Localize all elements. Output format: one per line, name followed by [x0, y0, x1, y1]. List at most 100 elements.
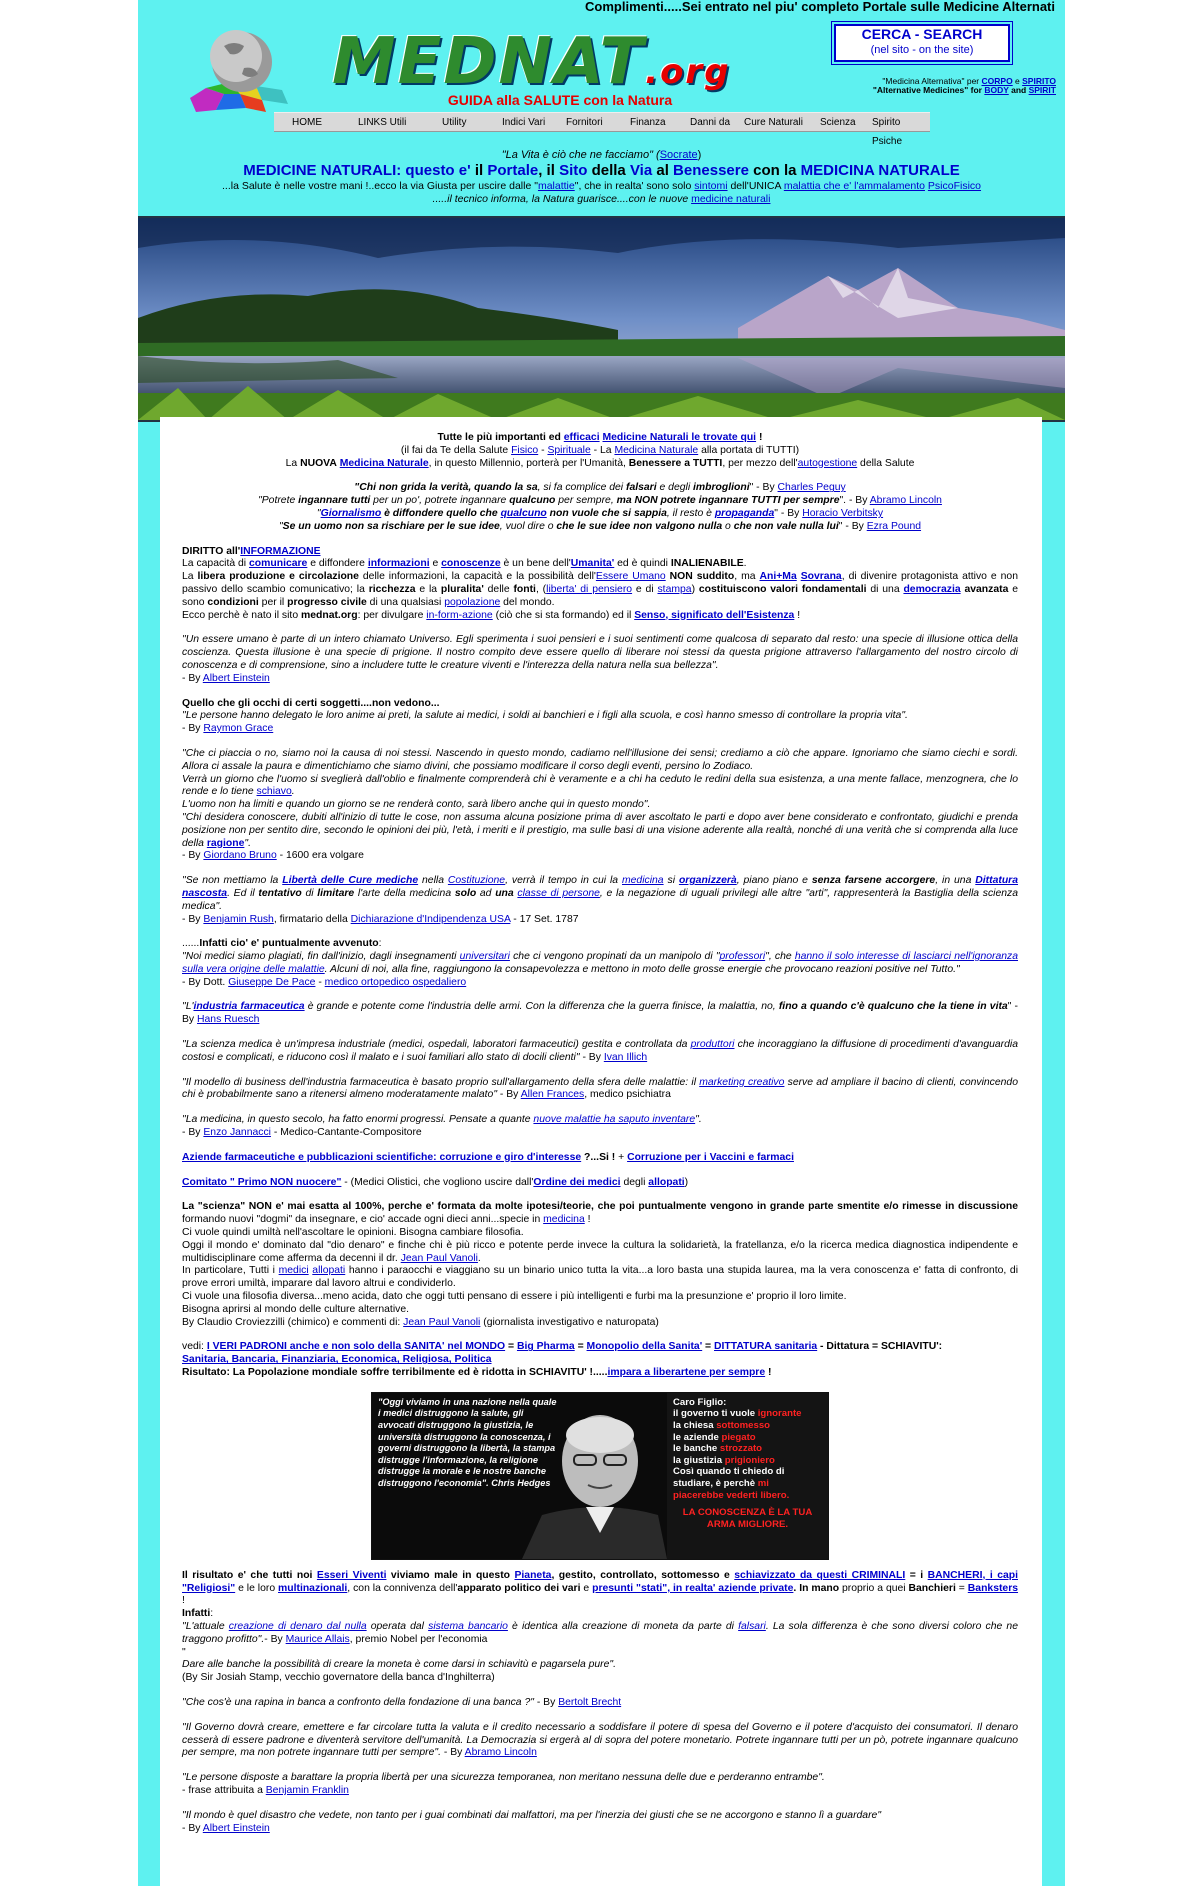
link-socrate[interactable]: Socrate — [660, 149, 698, 161]
link-schiavitu-tipi[interactable]: Sanitaria, Bancaria, Finanziaria, Econom… — [182, 1354, 492, 1365]
link-universitari[interactable]: universitari — [460, 951, 510, 962]
nav-cure-naturali[interactable]: Cure Naturali — [744, 113, 803, 131]
link-senso-esistenza[interactable]: Senso, significato dell'Esistenza — [634, 610, 794, 621]
link-sovrana[interactable]: Sovrana — [801, 571, 842, 582]
mednat-logo[interactable]: MEDNAT.org — [332, 28, 772, 96]
link-medici[interactable]: medici — [279, 1265, 309, 1276]
link-in-form-azione[interactable]: in-form-azione — [426, 610, 492, 621]
link-dittatura-sanitaria[interactable]: DITTATURA sanitaria — [714, 1341, 817, 1352]
link-corruzione-vaccini[interactable]: Corruzione per i Vaccini e farmaci — [627, 1152, 794, 1163]
link-ragione[interactable]: ragione — [207, 838, 245, 849]
link-medicina-naturale[interactable]: Medicina Naturale — [614, 445, 698, 456]
link-marketing-creativo[interactable]: marketing creativo — [699, 1077, 784, 1088]
link-spirituale[interactable]: Spirituale — [547, 445, 590, 456]
link-jean-paul-vanoli-2[interactable]: Jean Paul Vanoli — [403, 1317, 480, 1328]
link-costituzione[interactable]: Costituzione — [448, 875, 505, 886]
link-charles-peguy[interactable]: Charles Peguy — [778, 482, 846, 493]
link-sintomi[interactable]: sintomi — [694, 180, 727, 192]
link-liberta-cure[interactable]: Libertà delle Cure mediche — [282, 875, 418, 886]
link-esseri-viventi[interactable]: Esseri Viventi — [317, 1570, 387, 1581]
link-industria-farmaceutica[interactable]: industria farmaceutica — [193, 1001, 304, 1012]
link-big-pharma[interactable]: Big Pharma — [517, 1341, 575, 1352]
link-malattie[interactable]: malattie — [538, 180, 575, 192]
link-ivan-illich[interactable]: Ivan Illich — [604, 1052, 647, 1063]
link-propaganda[interactable]: propaganda — [715, 508, 774, 519]
search-button[interactable]: CERCA - SEARCH (nel sito - on the site) — [831, 21, 1013, 65]
link-aziende-farmaceutiche[interactable]: Aziende farmaceutiche e pubblicazioni sc… — [182, 1152, 581, 1163]
link-comunicare[interactable]: comunicare — [249, 558, 307, 569]
link-benjamin-rush[interactable]: Benjamin Rush — [203, 914, 273, 925]
nav-indici-vari[interactable]: Indici Vari — [502, 113, 545, 131]
link-malattia[interactable]: malattia che e' l'ammalamento — [784, 180, 925, 192]
link-ezra-pound[interactable]: Ezra Pound — [867, 521, 921, 532]
link-medicina[interactable]: medicina — [622, 875, 664, 886]
link-benjamin-franklin[interactable]: Benjamin Franklin — [266, 1785, 349, 1796]
link-umanita[interactable]: Umanita' — [571, 558, 614, 569]
link-informazioni[interactable]: informazioni — [368, 558, 430, 569]
link-comitato-primo-non-nuocere[interactable]: Comitato " Primo NON nuocere" — [182, 1177, 341, 1188]
link-fisico[interactable]: Fisico — [511, 445, 538, 456]
link-conoscenze[interactable]: conoscenze — [441, 558, 500, 569]
link-veri-padroni[interactable]: I VERI PADRONI anche e non solo della SA… — [207, 1341, 505, 1352]
link-giornalismo[interactable]: Giornalismo — [321, 508, 382, 519]
link-enzo-jannacci[interactable]: Enzo Jannacci — [203, 1127, 271, 1138]
link-medicina-2[interactable]: medicina — [543, 1214, 585, 1225]
link-essere-umano[interactable]: Essere Umano — [596, 571, 666, 582]
link-nuove-malattie[interactable]: nuove malattie ha saputo inventare — [533, 1114, 695, 1125]
link-banksters[interactable]: Banksters — [968, 1583, 1018, 1594]
link-pianeta[interactable]: Pianeta — [514, 1570, 551, 1581]
nav-spirito-psiche[interactable]: Spirito Psiche — [872, 113, 930, 147]
nav-fornitori[interactable]: Fornitori — [566, 113, 603, 131]
link-ordine-medici[interactable]: Ordine dei medici — [533, 1177, 620, 1188]
link-presunti-stati[interactable]: presunti "stati", in realta' aziende pri… — [592, 1583, 793, 1594]
link-schiavizzato[interactable]: schiavizzato da questi CRIMINALI — [734, 1570, 905, 1581]
nav-links-utili[interactable]: LINKS Utili — [358, 113, 406, 131]
link-psicofisico[interactable]: PsicoFisico — [928, 180, 981, 192]
link-albert-einstein-2[interactable]: Albert Einstein — [203, 1823, 270, 1834]
link-medicine-naturali[interactable]: medicine naturali — [691, 193, 770, 205]
link-schiavo[interactable]: schiavo — [257, 786, 292, 797]
link-nascosta[interactable]: nascosta — [182, 888, 227, 899]
link-autogestione[interactable]: autogestione — [798, 458, 858, 469]
link-giuseppe-de-pace[interactable]: Giuseppe De Pace — [228, 977, 315, 988]
link-allen-frances[interactable]: Allen Frances — [521, 1089, 585, 1100]
link-medicine-naturali-qui[interactable]: Medicine Naturali le trovate qui — [602, 432, 756, 443]
link-stampa[interactable]: stampa — [657, 584, 691, 595]
link-jean-paul-vanoli[interactable]: Jean Paul Vanoli — [401, 1253, 478, 1264]
link-professori[interactable]: professori — [720, 951, 766, 962]
link-albert-einstein[interactable]: Albert Einstein — [203, 673, 270, 684]
link-produttori[interactable]: produttori — [691, 1039, 735, 1050]
link-democrazia[interactable]: democrazia — [903, 584, 960, 595]
link-impara-liberartene[interactable]: impara a liberartene per sempre — [607, 1367, 765, 1378]
link-bertolt-brecht[interactable]: Bertolt Brecht — [558, 1697, 621, 1708]
link-organizzera[interactable]: organizzerà — [679, 875, 737, 886]
link-sistema-bancario[interactable]: sistema bancario — [428, 1621, 508, 1632]
link-monopolio-sanita[interactable]: Monopolio della Sanita' — [587, 1341, 703, 1352]
nav-home[interactable]: HOME — [292, 113, 322, 131]
nav-finanza[interactable]: Finanza — [630, 113, 666, 131]
nav-scienza[interactable]: Scienza — [820, 113, 856, 131]
link-efficaci[interactable]: efficaci — [564, 432, 600, 443]
link-abramo-lincoln-2[interactable]: Abramo Lincoln — [465, 1747, 537, 1758]
link-allopati-2[interactable]: allopati — [312, 1265, 345, 1276]
nav-utility[interactable]: Utility — [442, 113, 466, 131]
link-classe-persone[interactable]: classe di persone — [517, 888, 600, 899]
link-hans-ruesch[interactable]: Hans Ruesch — [197, 1014, 259, 1025]
link-maurice-allais[interactable]: Maurice Allais — [286, 1634, 350, 1645]
link-liberta-pensiero[interactable]: liberta' di pensiero — [546, 584, 632, 595]
link-giordano-bruno[interactable]: Giordano Bruno — [203, 850, 276, 861]
link-abramo-lincoln[interactable]: Abramo Lincoln — [870, 495, 942, 506]
link-multinazionali[interactable]: multinazionali — [278, 1583, 347, 1594]
link-popolazione[interactable]: popolazione — [444, 597, 500, 608]
link-raymon-grace[interactable]: Raymon Grace — [203, 723, 273, 734]
link-dichiarazione-indipendenza[interactable]: Dichiarazione d'Indipendenza USA — [351, 914, 511, 925]
link-nuova-medicina[interactable]: Medicina Naturale — [340, 458, 429, 469]
link-medico-ortopedico[interactable]: medico ortopedico ospedaliero — [325, 977, 467, 988]
link-spirit[interactable]: SPIRIT — [1029, 85, 1056, 95]
link-dittatura[interactable]: Dittatura — [975, 875, 1018, 886]
link-falsari[interactable]: falsari — [738, 1621, 766, 1632]
nav-danni-da[interactable]: Danni da — [690, 113, 730, 131]
link-creazione-denaro[interactable]: creazione di denaro dal nulla — [229, 1621, 367, 1632]
link-qualcuno[interactable]: qualcuno — [501, 508, 547, 519]
link-anima[interactable]: Ani+Ma — [759, 571, 796, 582]
